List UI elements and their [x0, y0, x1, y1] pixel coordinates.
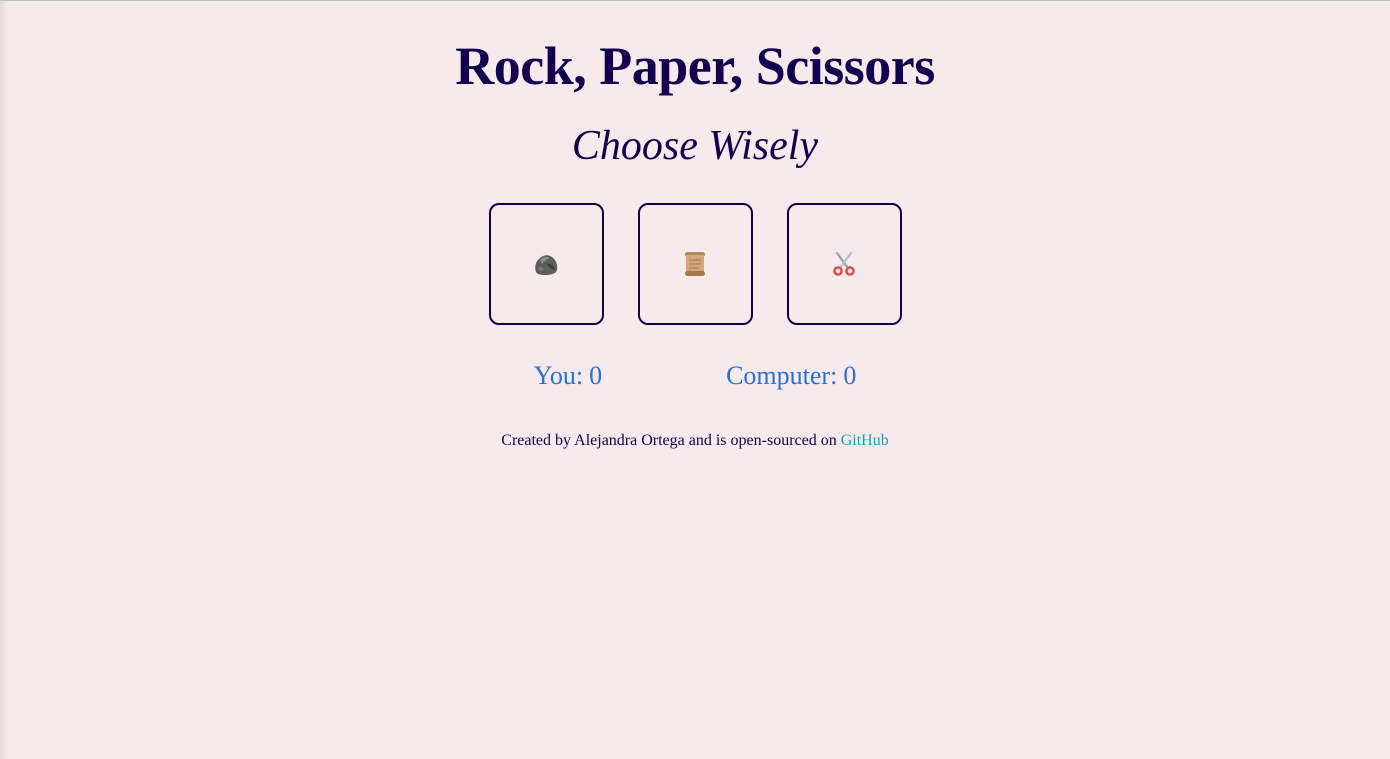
footer: Created by Alejandra Ortega and is open-…: [0, 431, 1390, 451]
game-page: Rock, Paper, Scissors Choose Wisely You:…: [0, 1, 1390, 451]
computer-score-value: 0: [843, 361, 857, 390]
player-score-value: 0: [589, 361, 603, 390]
github-link[interactable]: GitHub: [841, 432, 889, 449]
scroll-icon: [682, 250, 708, 278]
rock-icon: [533, 252, 559, 276]
player-score-label: You:: [533, 361, 584, 390]
choice-buttons: [0, 203, 1390, 325]
scissors-icon: [831, 251, 857, 277]
rock-button[interactable]: [488, 203, 604, 325]
computer-score: Computer: 0: [726, 361, 856, 391]
page-title: Rock, Paper, Scissors: [455, 36, 935, 96]
scissors-button[interactable]: [786, 203, 902, 325]
computer-score-label: Computer:: [726, 361, 838, 390]
paper-button[interactable]: [637, 203, 753, 325]
footer-text: Created by Alejandra Ortega and is open-…: [501, 432, 837, 449]
player-score: You: 0: [534, 361, 602, 391]
scoreboard: You: 0 Computer: 0: [0, 361, 1390, 391]
page-subtitle: Choose Wisely: [571, 123, 819, 169]
